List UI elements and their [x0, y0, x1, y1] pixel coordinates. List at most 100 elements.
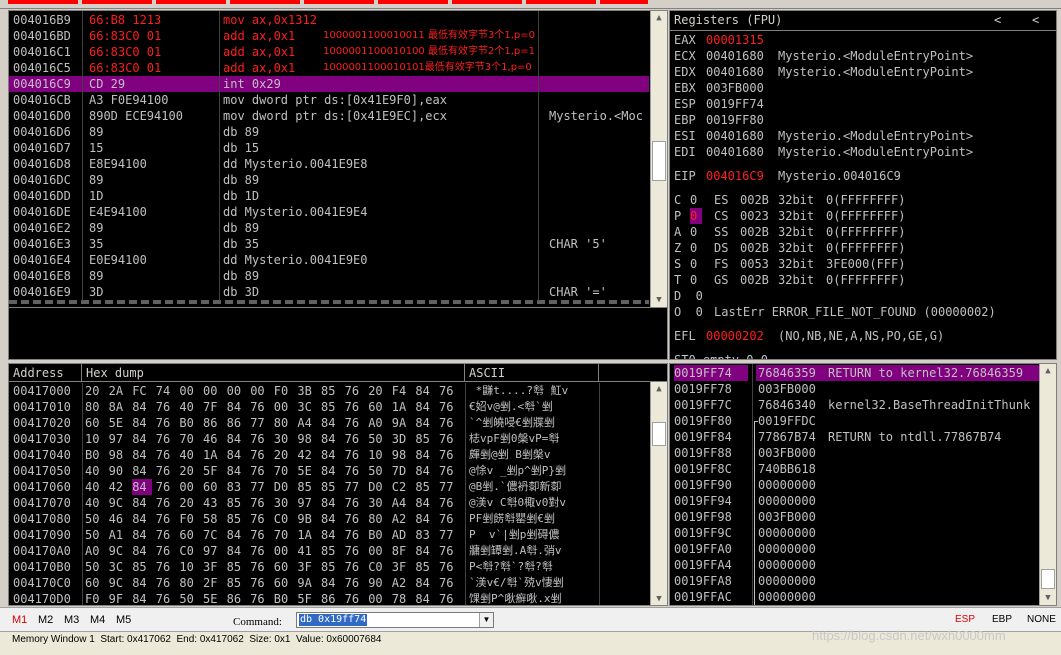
dump-byte[interactable]: 76	[156, 415, 176, 431]
col-ascii-header[interactable]: ASCII	[465, 364, 599, 382]
dump-byte[interactable]: 60	[274, 559, 294, 575]
dump-byte[interactable]: 76	[156, 463, 176, 479]
register-value[interactable]: 0019FF80	[706, 112, 776, 128]
dump-ascii[interactable]: 皹剉@剉 B剉槃v	[469, 447, 599, 463]
dump-byte[interactable]: 86	[321, 591, 341, 605]
flag-row-d[interactable]: D 0	[674, 288, 1054, 304]
dump-byte[interactable]: 76	[156, 527, 176, 543]
dump-byte[interactable]: 7C	[203, 527, 223, 543]
dump-byte[interactable]: 76	[156, 399, 176, 415]
dump-row[interactable]: 00417050 40 90 84 76 20 5F 84 76 70 5E 84 76 50 7D 84 76…	[9, 463, 649, 479]
dump-byte[interactable]: 2A	[109, 383, 129, 399]
command-input[interactable]: db 0x19ff74 ▼	[296, 612, 494, 628]
stack-value[interactable]: 00000000	[756, 541, 824, 557]
stack-value[interactable]: 740BB618	[756, 461, 824, 477]
stack-row[interactable]: 0019FF90 00000000	[670, 477, 1040, 493]
stack-value[interactable]: 76846359	[756, 365, 824, 381]
dump-byte[interactable]: 77	[439, 527, 459, 543]
register-value[interactable]: 00401680	[706, 128, 776, 144]
register-row[interactable]: ECX 00401680 Mysterio.<ModuleEntryPoint>	[674, 48, 1054, 64]
dump-byte[interactable]: 85	[321, 543, 341, 559]
dump-byte[interactable]: 77	[250, 415, 270, 431]
dump-byte[interactable]: 85	[415, 479, 435, 495]
dump-byte[interactable]: 84	[227, 431, 247, 447]
dump-byte[interactable]: C0	[179, 543, 199, 559]
dump-row[interactable]: 004170D0 F0 9F 84 76 50 5E 86 76 B0 5F 86 76 00 78 84 76…	[9, 591, 649, 605]
dump-row[interactable]: 00417000 20 2A FC 74 00 00 00 00 F0 3B 85 76 20 F4 84 76…	[9, 383, 649, 399]
stack-row[interactable]: 0019FF7C 76846340 kernel32.BaseThreadInitT…	[670, 397, 1040, 413]
flag-bit[interactable]: 0	[690, 224, 702, 240]
dump-byte[interactable]: 76	[345, 431, 365, 447]
flag-row-o[interactable]: O 0 LastErr ERROR_FILE_NOT_FOUND (0000000…	[674, 304, 1054, 320]
dump-byte[interactable]: 97	[109, 431, 129, 447]
dump-byte[interactable]: 8F	[392, 543, 412, 559]
dump-byte[interactable]: 86	[203, 415, 223, 431]
dump-byte[interactable]: C0	[274, 511, 294, 527]
dump-byte[interactable]: 00	[250, 383, 270, 399]
dump-byte[interactable]: 00	[179, 479, 199, 495]
dump-byte[interactable]: 9A	[297, 575, 317, 591]
dump-byte[interactable]: 76	[156, 543, 176, 559]
dump-byte[interactable]: 76	[250, 511, 270, 527]
dump-byte[interactable]: 1A	[297, 527, 317, 543]
dump-byte[interactable]: 40	[85, 495, 105, 511]
dump-byte[interactable]: AD	[392, 527, 412, 543]
dump-byte[interactable]: 00	[274, 543, 294, 559]
dump-byte[interactable]: 85	[227, 575, 247, 591]
stack-row[interactable]: 0019FF80 0019FFDC	[670, 413, 1040, 429]
dump-byte[interactable]: 84	[321, 447, 341, 463]
dump-byte[interactable]: 84	[321, 415, 341, 431]
dump-byte[interactable]: 00	[227, 383, 247, 399]
scrollbar-thumb[interactable]	[1041, 569, 1055, 589]
dump-byte[interactable]: 84	[415, 399, 435, 415]
dump-byte[interactable]: 76	[439, 399, 459, 415]
dump-row[interactable]: 004170B0 50 3C 85 76 10 3F 85 76 60 3F 85 76 C0 3F 85 76…	[9, 559, 649, 575]
dump-byte[interactable]: 84	[415, 463, 435, 479]
dump-byte[interactable]: 74	[156, 383, 176, 399]
dump-byte[interactable]: 85	[321, 383, 341, 399]
memory-tab-m3[interactable]: M3	[64, 614, 79, 626]
dump-byte[interactable]: 76	[250, 543, 270, 559]
dump-ascii[interactable]: 牅剉罈剉.A厁.弰v	[469, 543, 599, 559]
dump-byte[interactable]: 30	[274, 495, 294, 511]
dump-byte[interactable]: 76	[439, 559, 459, 575]
dump-byte[interactable]: 76	[345, 559, 365, 575]
stack-row[interactable]: 0019FF8C 740BB618	[670, 461, 1040, 477]
scroll-down-arrow-icon[interactable]: ▼	[1040, 591, 1056, 605]
dump-byte[interactable]: 77	[345, 479, 365, 495]
dump-byte[interactable]: 90	[368, 575, 388, 591]
dump-byte[interactable]: 80	[368, 511, 388, 527]
dump-byte[interactable]: 84	[321, 527, 341, 543]
dump-row[interactable]: 00417030 10 97 84 76 70 46 84 76 30 98 84 76 50 3D 85 76…	[9, 431, 649, 447]
dump-byte[interactable]: 00	[203, 383, 223, 399]
dump-byte[interactable]: 9C	[109, 495, 129, 511]
register-row[interactable]: ESI 00401680 Mysterio.<ModuleEntryPoint>	[674, 128, 1054, 144]
dump-byte[interactable]: 76	[156, 495, 176, 511]
dump-byte[interactable]: D0	[368, 479, 388, 495]
stack-value[interactable]: 76846340	[756, 397, 824, 413]
dump-byte[interactable]: 3C	[109, 559, 129, 575]
register-view-prev-button[interactable]: <	[994, 13, 1001, 27]
dump-byte[interactable]: 84	[132, 447, 152, 463]
stack-row[interactable]: 0019FF84 77867B74 RETURN to ntdll.77867B74	[670, 429, 1040, 445]
register-value[interactable]: 00001315	[706, 32, 776, 48]
flag-bit[interactable]: 0	[690, 192, 702, 208]
col-address-header[interactable]: Address	[9, 364, 82, 382]
dump-byte[interactable]: 60	[203, 479, 223, 495]
stack-value[interactable]: 00000000	[756, 589, 824, 605]
disasm-row[interactable]: 004016E2 89 db 89	[9, 220, 649, 236]
dump-byte[interactable]: 30	[368, 495, 388, 511]
dump-byte[interactable]: 76	[250, 399, 270, 415]
dump-row[interactable]: 004170A0 A0 9C 84 76 C0 97 84 76 00 41 85 76 00 8F 84 76…	[9, 543, 649, 559]
dump-byte[interactable]: 70	[274, 527, 294, 543]
dump-ascii[interactable]: @B剉.`儂袇厀新厀	[469, 479, 599, 495]
register-row[interactable]: EDI 00401680 Mysterio.<ModuleEntryPoint>	[674, 144, 1054, 160]
dump-byte[interactable]: B0	[85, 447, 105, 463]
dump-byte[interactable]: 76	[250, 575, 270, 591]
dump-byte[interactable]: 9F	[109, 591, 129, 605]
dump-byte[interactable]: 84	[132, 479, 153, 495]
disasm-row[interactable]: 004016C5 66:83C0 01 add ax,0x1 100000110001…	[9, 60, 649, 76]
dump-byte[interactable]: 84	[321, 575, 341, 591]
dump-byte[interactable]: 10	[368, 447, 388, 463]
st0-row[interactable]: ST0 empty 0.0	[674, 352, 1054, 359]
